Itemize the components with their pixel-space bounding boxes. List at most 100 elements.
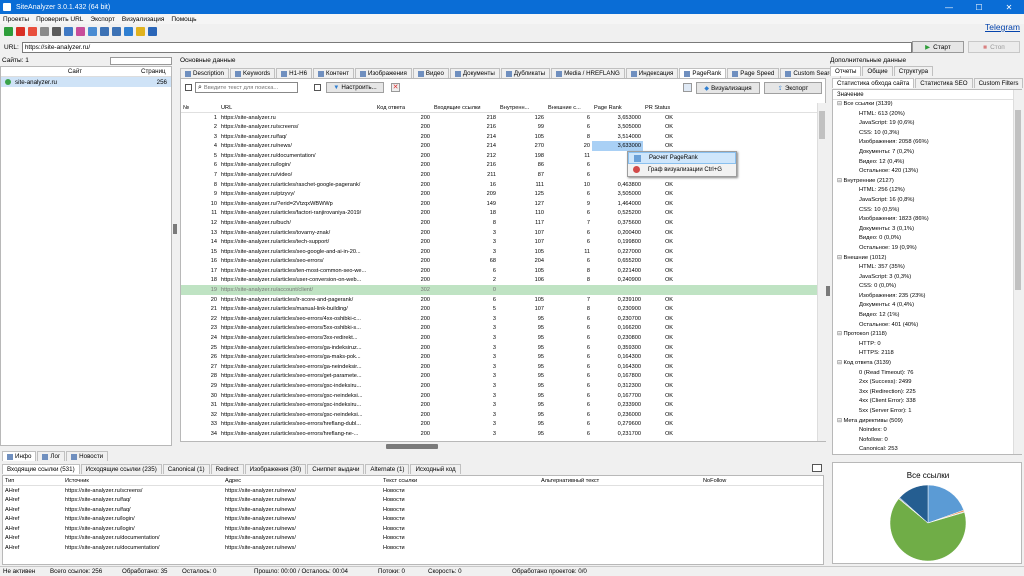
maximize-button[interactable]: ☐ bbox=[964, 0, 994, 14]
bottom-subtab[interactable]: Сниппет выдачи bbox=[307, 464, 365, 474]
menu-item[interactable]: Экспорт bbox=[90, 16, 114, 23]
info-icon[interactable] bbox=[148, 26, 157, 36]
tab-4[interactable]: Изображения bbox=[354, 68, 412, 78]
tab-9[interactable]: Индексация bbox=[625, 68, 679, 78]
stop-icon[interactable] bbox=[28, 26, 37, 36]
clear-filter-icon[interactable]: ✕ bbox=[391, 83, 400, 92]
export-icon[interactable] bbox=[88, 26, 97, 36]
table-row[interactable]: 19 https://site-analyzer.ru/account/clien… bbox=[181, 285, 817, 295]
right-tab[interactable]: Структура bbox=[893, 66, 934, 76]
table-row[interactable]: AHref https://site-analyzer.ru/faq/https:… bbox=[3, 505, 823, 515]
bottom-subtab[interactable]: Исходный код bbox=[410, 464, 461, 474]
tab-3[interactable]: Контент bbox=[313, 68, 354, 78]
col-header[interactable]: Альтернативный текст bbox=[539, 476, 701, 487]
splitter-handle-left[interactable] bbox=[173, 224, 177, 234]
tab-0[interactable]: Description bbox=[180, 68, 229, 78]
tab-6[interactable]: Документы bbox=[449, 68, 500, 78]
menu-item[interactable]: Визуализация bbox=[122, 16, 165, 23]
table-row[interactable]: 27 https://site-analyzer.ru/articles/seo-… bbox=[181, 362, 817, 372]
table-row[interactable]: AHref https://site-analyzer.ru/login/http… bbox=[3, 514, 823, 524]
tab-2[interactable]: H1-H6 bbox=[276, 68, 313, 78]
filter-checkbox[interactable] bbox=[314, 84, 321, 91]
menu-item-calc-pagerank[interactable]: Расчет PageRank bbox=[628, 152, 736, 164]
table-row[interactable]: 11 https://site-analyzer.ru/articles/fact… bbox=[181, 209, 817, 219]
col-header[interactable]: Тип bbox=[3, 476, 63, 487]
select-all-checkbox[interactable] bbox=[185, 84, 192, 91]
col-header[interactable]: URL bbox=[219, 103, 375, 114]
menu-item[interactable]: Проекты bbox=[3, 16, 29, 23]
tab-10[interactable]: PageRank bbox=[679, 68, 727, 78]
col-header[interactable]: Источник bbox=[63, 476, 223, 487]
stats-scrollbar-thumb[interactable] bbox=[1015, 110, 1021, 290]
panel-toggle-icon[interactable] bbox=[812, 464, 822, 472]
col-header[interactable]: Код ответа bbox=[375, 103, 432, 114]
table-row[interactable]: 15 https://site-analyzer.ru/articles/seo-… bbox=[181, 247, 817, 257]
tree-group[interactable]: ⊟ Внешние (1012) bbox=[833, 254, 1013, 264]
sites-filter-input[interactable] bbox=[110, 57, 172, 65]
table-row[interactable]: 16 https://site-analyzer.ru/articles/seo-… bbox=[181, 257, 817, 267]
bottom-subtab[interactable]: Изображения (30) bbox=[244, 464, 307, 474]
table-row[interactable]: 30 https://site-analyzer.ru/articles/seo-… bbox=[181, 391, 817, 401]
search-input[interactable] bbox=[203, 84, 290, 91]
stats-scrollbar[interactable] bbox=[1013, 90, 1022, 454]
tools-icon[interactable] bbox=[52, 26, 61, 36]
col-header[interactable]: PR Status bbox=[643, 103, 695, 114]
telegram-link[interactable]: Telegram bbox=[985, 22, 1020, 32]
bottom-subtab[interactable]: Входящие ссылки (531) bbox=[2, 464, 80, 474]
tree-group[interactable]: ⊟ Внутренние (2127) bbox=[833, 177, 1013, 187]
right-tab[interactable]: Общие bbox=[862, 66, 893, 76]
bottom-tab[interactable]: Новости bbox=[66, 451, 109, 461]
table-row[interactable]: 22 https://site-analyzer.ru/articles/seo-… bbox=[181, 314, 817, 324]
table-row[interactable]: 17 https://site-analyzer.ru/articles/ten-… bbox=[181, 266, 817, 276]
start-button[interactable]: ▶ Старт bbox=[912, 41, 964, 53]
table-row[interactable]: 14 https://site-analyzer.ru/articles/tech… bbox=[181, 237, 817, 247]
table-row[interactable]: 31 https://site-analyzer.ru/articles/seo-… bbox=[181, 400, 817, 410]
table-row[interactable]: 24 https://site-analyzer.ru/articles/seo-… bbox=[181, 333, 817, 343]
search-box[interactable]: ⌕ bbox=[195, 82, 298, 93]
minimize-button[interactable]: — bbox=[934, 0, 964, 14]
tab-1[interactable]: Keywords bbox=[229, 68, 276, 78]
table-row[interactable]: 3 https://site-analyzer.ru/faq/200 214 105 8… bbox=[181, 132, 817, 142]
menu-item[interactable]: Проверить URL bbox=[36, 16, 83, 23]
right-subtab[interactable]: Статистика SEO bbox=[915, 78, 973, 88]
visualization-button[interactable]: ◆ Визуализация bbox=[696, 82, 760, 94]
bottom-subtab[interactable]: Исходящие ссылки (235) bbox=[80, 464, 162, 474]
rescan-icon[interactable] bbox=[64, 26, 73, 36]
bottom-tab[interactable]: Инфо bbox=[2, 451, 37, 461]
table-row[interactable]: 18 https://site-analyzer.ru/articles/user… bbox=[181, 276, 817, 286]
bottom-subtab[interactable]: Redirect bbox=[210, 464, 244, 474]
table-row[interactable]: 8 https://site-analyzer.ru/articles/rasch… bbox=[181, 180, 817, 190]
right-tab[interactable]: Отчеты bbox=[830, 66, 862, 76]
save-icon[interactable] bbox=[100, 26, 109, 36]
table-row[interactable]: 13 https://site-analyzer.ru/articles/tova… bbox=[181, 228, 817, 238]
url-input[interactable] bbox=[21, 41, 912, 53]
site-row[interactable]: site-analyzer.ru 256 bbox=[1, 77, 171, 87]
tree-group[interactable]: ⊟ Код ответа (3139) bbox=[833, 359, 1013, 369]
table-row[interactable]: AHref https://site-analyzer.ru/documentat… bbox=[3, 543, 823, 553]
col-header[interactable]: Page Rank bbox=[592, 103, 643, 114]
tab-11[interactable]: Page Speed bbox=[727, 68, 780, 78]
splitter-handle-bottom[interactable] bbox=[386, 444, 438, 449]
tree-group[interactable]: ⊟ Все ссылки (3139) bbox=[833, 100, 1013, 110]
table-row[interactable]: AHref https://site-analyzer.ru/faq/https:… bbox=[3, 495, 823, 505]
tree-group[interactable]: ⊟ Мета директивы (509) bbox=[833, 417, 1013, 427]
menu-item-graph[interactable]: Граф визуализации Ctrl+G bbox=[628, 164, 736, 176]
table-row[interactable]: 12 https://site-analyzer.ru/buch/200 8 117 7… bbox=[181, 218, 817, 228]
table-row[interactable]: AHref https://site-analyzer.ru/documentat… bbox=[3, 534, 823, 544]
print-icon[interactable] bbox=[112, 26, 121, 36]
tab-7[interactable]: Дубликаты bbox=[500, 68, 551, 78]
bottom-subtab[interactable]: Canonical (1) bbox=[162, 464, 210, 474]
table-row[interactable]: 10 https://site-analyzer.ru/?erid=2VtzqxW… bbox=[181, 199, 817, 209]
tab-8[interactable]: Media / HREFLANG bbox=[551, 68, 625, 78]
table-row[interactable]: 20 https://site-analyzer.ru/articles/ir-s… bbox=[181, 295, 817, 305]
filter-icon[interactable] bbox=[76, 26, 85, 36]
table-row[interactable]: 25 https://site-analyzer.ru/articles/seo-… bbox=[181, 343, 817, 353]
right-subtab[interactable]: Custom Filters bbox=[973, 78, 1024, 88]
table-row[interactable]: 23 https://site-analyzer.ru/articles/seo-… bbox=[181, 324, 817, 334]
col-header[interactable]: Внутренн... bbox=[498, 103, 546, 114]
col-header[interactable]: NoFollow bbox=[701, 476, 823, 487]
splitter-handle-right[interactable] bbox=[826, 286, 830, 296]
table-row[interactable]: 29 https://site-analyzer.ru/articles/seo-… bbox=[181, 381, 817, 391]
tree-group[interactable]: ⊟ Протокол (2118) bbox=[833, 330, 1013, 340]
table-row[interactable]: 21 https://site-analyzer.ru/articles/manu… bbox=[181, 304, 817, 314]
